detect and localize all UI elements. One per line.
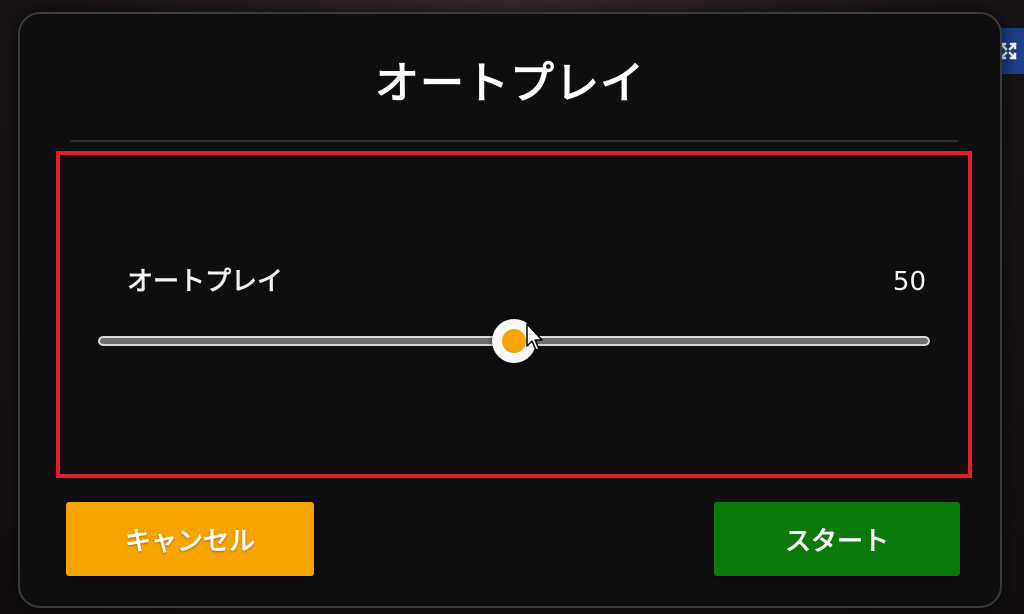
start-button[interactable]: スタート [714, 502, 960, 576]
highlight-box [56, 151, 972, 478]
mouse-pointer-icon [526, 323, 543, 351]
slider-value: 50 [892, 267, 926, 297]
autoplay-dialog: オートプレイ オートプレイ 50 キャンセル スタート [18, 12, 1002, 608]
dialog-title: オートプレイ [375, 58, 645, 109]
cancel-button[interactable]: キャンセル [66, 502, 314, 576]
slider-label: オートプレイ [127, 267, 284, 297]
slider-thumb-dot [502, 329, 526, 353]
title-divider [70, 140, 958, 142]
